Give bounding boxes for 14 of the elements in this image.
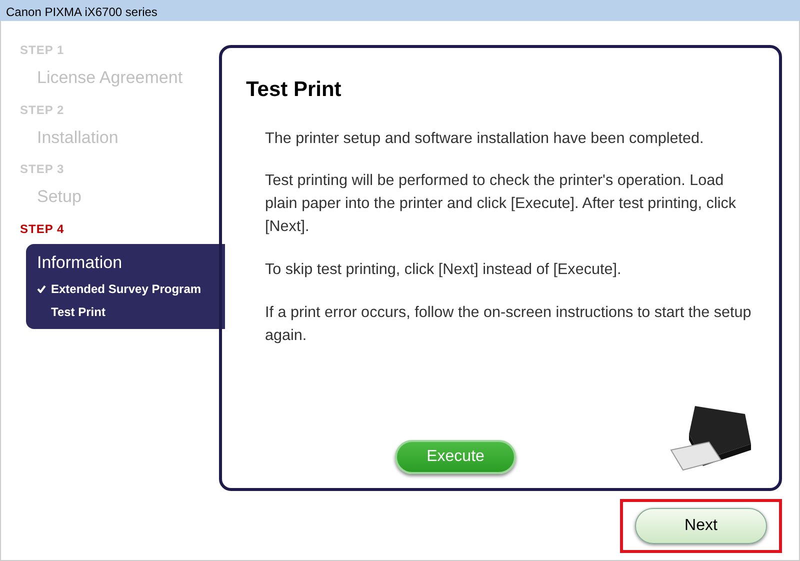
paragraph: If a print error occurs, follow the on-screen instructions to start the setup again. [265, 303, 752, 346]
step-title: Installation [37, 126, 120, 148]
step-label: STEP 4 [20, 220, 66, 238]
window-title: Canon PIXMA iX6700 series [0, 0, 800, 21]
step-title: Setup [37, 186, 82, 208]
substep-label: Extended Survey Program [51, 281, 202, 298]
substep-label: Test Print [51, 304, 106, 321]
step-title: Information [37, 252, 124, 274]
step-title: License Agreement [37, 67, 184, 89]
paragraph: The printer setup and software installation have been completed. [265, 128, 705, 148]
paragraph: Test printing will be performed to check the printer's operation. Load plain paper into the printer and click [Execute]. After test printing, click [Next]. [265, 171, 738, 238]
panel-heading: Test Print [246, 77, 342, 103]
paragraph: To skip test printing, click [Next] instead of [Execute]. [265, 260, 622, 280]
next-button[interactable]: Next [635, 508, 767, 544]
